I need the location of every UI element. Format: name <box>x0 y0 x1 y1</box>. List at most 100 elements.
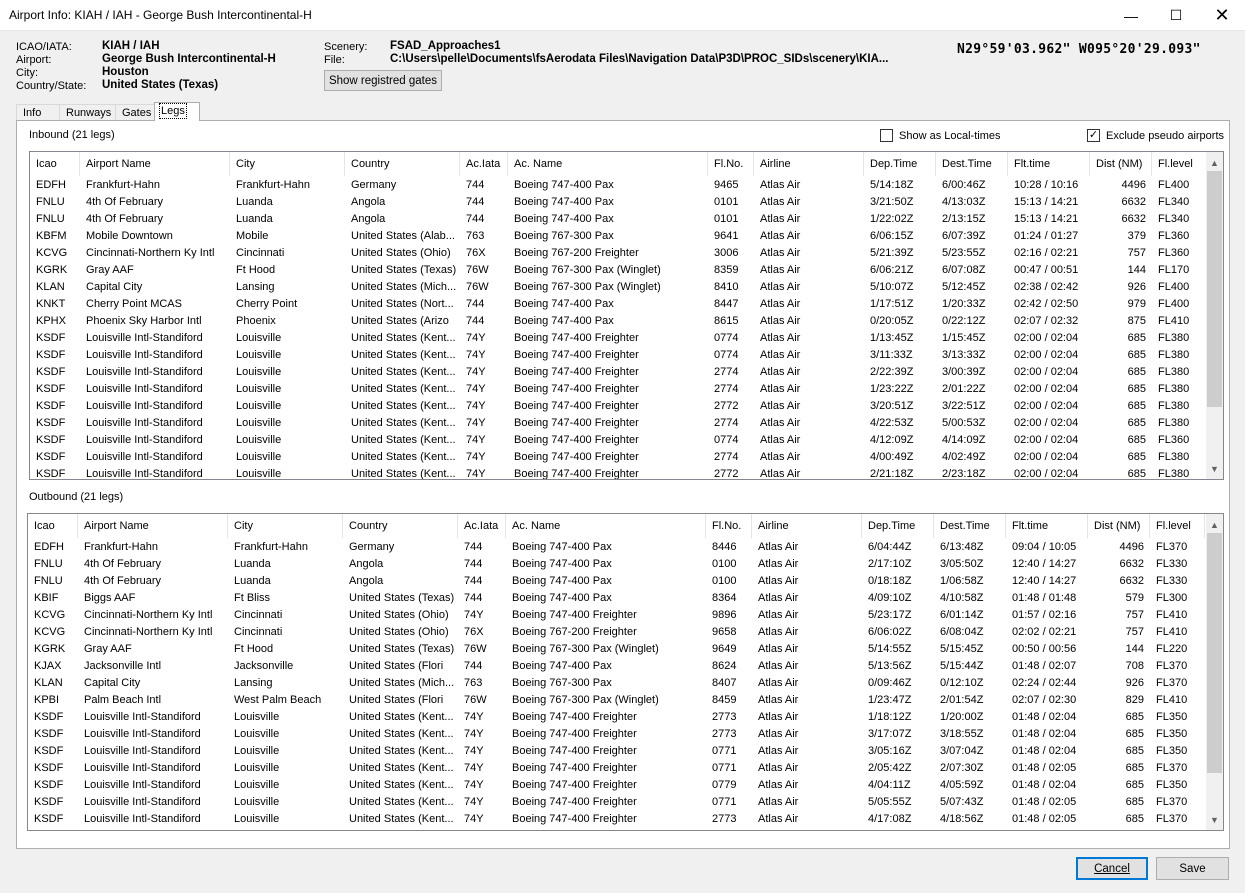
inbound-leg-row[interactable]: KSDF Louisville Intl-Standiford Louisville… <box>30 432 1210 449</box>
outbound-leg-row[interactable]: KCVG Cincinnati-Northern Ky Intl Cincinnat… <box>28 607 1208 624</box>
header-col-airline[interactable]: Airline <box>752 514 862 538</box>
header-col-dest-time[interactable]: Dest.Time <box>936 152 1008 176</box>
inbound-leg-row[interactable]: KSDF Louisville Intl-Standiford Louisville… <box>30 449 1210 466</box>
outbound-title: Outbound (21 legs) <box>29 491 124 503</box>
cell-airport-name: Louisville Intl-Standiford <box>86 383 203 395</box>
cell-fl-level: FL370 <box>1156 541 1188 553</box>
scroll-down-icon[interactable]: ▼ <box>1206 460 1223 477</box>
header-col-ac-iata[interactable]: Ac.Iata <box>458 514 506 538</box>
cell-dest-time: 2/23:18Z <box>942 468 986 480</box>
header-col-ac-name[interactable]: Ac. Name <box>508 152 708 176</box>
outbound-leg-row[interactable]: KSDF Louisville Intl-Standiford Louisville… <box>28 726 1208 743</box>
exclude-pseudo-checkbox[interactable]: ✓ Exclude pseudo airports <box>1087 129 1224 142</box>
cell-dest-time: 1/20:33Z <box>942 298 986 310</box>
cancel-button[interactable]: Cancel <box>1076 857 1148 880</box>
header-col-ac-name[interactable]: Ac. Name <box>506 514 706 538</box>
cell-dep-time: 4/09:10Z <box>868 592 912 604</box>
local-times-checkbox[interactable]: Show as Local-times <box>880 129 1001 142</box>
header-col-airline[interactable]: Airline <box>754 152 864 176</box>
inbound-leg-row[interactable]: KCVG Cincinnati-Northern Ky Intl Cincinnat… <box>30 245 1210 262</box>
local-times-checkbox-box[interactable] <box>880 129 893 142</box>
header-col-fl-level[interactable]: Fl.level <box>1150 514 1205 538</box>
cell-icao: KSDF <box>36 451 66 463</box>
outbound-leg-row[interactable]: FNLU 4th Of February Luanda Angola 744 Boeing… <box>28 573 1208 590</box>
inbound-leg-row[interactable]: FNLU 4th Of February Luanda Angola 744 Boeing… <box>30 194 1210 211</box>
header-col-icao[interactable]: Icao <box>28 514 78 538</box>
inbound-leg-row[interactable]: KPHX Phoenix Sky Harbor Intl Phoenix United… <box>30 313 1210 330</box>
header-col-country[interactable]: Country <box>343 514 458 538</box>
inbound-leg-row[interactable]: KSDF Louisville Intl-Standiford Louisville… <box>30 381 1210 398</box>
header-col-flt-time[interactable]: Flt.time <box>1006 514 1088 538</box>
outbound-leg-row[interactable]: KSDF Louisville Intl-Standiford Louisville… <box>28 743 1208 760</box>
cell-fl-level: FL380 <box>1158 332 1190 344</box>
header-col-flight-no[interactable]: Fl.No. <box>708 152 754 176</box>
scroll-down-icon[interactable]: ▼ <box>1206 811 1223 828</box>
header-col-fl-level[interactable]: Fl.level <box>1152 152 1207 176</box>
close-icon[interactable]: ✕ <box>1199 0 1245 31</box>
header-col-city[interactable]: City <box>230 152 345 176</box>
tab-gates[interactable]: Gates <box>115 104 155 121</box>
outbound-leg-row[interactable]: FNLU 4th Of February Luanda Angola 744 Boeing… <box>28 556 1208 573</box>
outbound-legs-grid[interactable]: Icao Airport Name City Country Ac.Iata Ac. Na… <box>27 513 1224 831</box>
header-col-dist-nm[interactable]: Dist (NM) <box>1090 152 1152 176</box>
outbound-leg-row[interactable]: KSDF Louisville Intl-Standiford Louisville… <box>28 709 1208 726</box>
maximize-icon[interactable]: ☐ <box>1153 0 1199 31</box>
inbound-leg-row[interactable]: KNKT Cherry Point MCAS Cherry Point United … <box>30 296 1210 313</box>
header-col-country[interactable]: Country <box>345 152 460 176</box>
show-registered-gates-button[interactable]: Show registred gates <box>324 70 442 91</box>
outbound-leg-row[interactable]: KSDF Louisville Intl-Standiford Louisville… <box>28 760 1208 777</box>
inbound-leg-row[interactable]: KSDF Louisville Intl-Standiford Louisville… <box>30 398 1210 415</box>
header-col-dest-time[interactable]: Dest.Time <box>934 514 1006 538</box>
outbound-leg-row[interactable]: KSDF Louisville Intl-Standiford Louisville… <box>28 777 1208 794</box>
header-col-dep-time[interactable]: Dep.Time <box>864 152 936 176</box>
header-col-flight-no[interactable]: Fl.No. <box>706 514 752 538</box>
header-col-flt-time[interactable]: Flt.time <box>1008 152 1090 176</box>
outbound-leg-row[interactable]: KGRK Gray AAF Ft Hood United States (Texas)… <box>28 641 1208 658</box>
cell-icao: EDFH <box>36 179 66 191</box>
header-col-airport-name[interactable]: Airport Name <box>78 514 228 538</box>
outbound-leg-row[interactable]: EDFH Frankfurt-Hahn Frankfurt-Hahn Germany 7… <box>28 539 1208 556</box>
inbound-leg-row[interactable]: KSDF Louisville Intl-Standiford Louisville… <box>30 347 1210 364</box>
tab-legs[interactable]: Legs <box>154 102 200 121</box>
tab-info[interactable]: Info <box>16 104 60 121</box>
cell-dest-time: 0/12:10Z <box>940 677 984 689</box>
cell-flight-no: 2773 <box>712 728 737 740</box>
header-col-dist-nm[interactable]: Dist (NM) <box>1088 514 1150 538</box>
inbound-leg-row[interactable]: KSDF Louisville Intl-Standiford Louisville… <box>30 364 1210 381</box>
outbound-leg-row[interactable]: KBIF Biggs AAF Ft Bliss United States (Texa… <box>28 590 1208 607</box>
inbound-leg-row[interactable]: KBFM Mobile Downtown Mobile United States (… <box>30 228 1210 245</box>
header-col-dep-time[interactable]: Dep.Time <box>862 514 934 538</box>
cell-dist-nm: 685 <box>1127 332 1146 344</box>
inbound-leg-row[interactable]: KSDF Louisville Intl-Standiford Louisville… <box>30 466 1210 480</box>
outbound-leg-row[interactable]: KPBI Palm Beach Intl West Palm Beach United… <box>28 692 1208 709</box>
outbound-leg-row[interactable]: KLAN Capital City Lansing United States (Mi… <box>28 675 1208 692</box>
inbound-leg-row[interactable]: EDFH Frankfurt-Hahn Frankfurt-Hahn Germany 7… <box>30 177 1210 194</box>
header-col-ac-iata[interactable]: Ac.Iata <box>460 152 508 176</box>
outbound-leg-row[interactable]: KSDF Louisville Intl-Standiford Louisville… <box>28 794 1208 811</box>
inbound-scrollbar[interactable]: ▲ ▼ <box>1206 152 1223 479</box>
inbound-leg-row[interactable]: KSDF Louisville Intl-Standiford Louisville… <box>30 330 1210 347</box>
exclude-pseudo-checkbox-box[interactable]: ✓ <box>1087 129 1100 142</box>
scroll-up-icon[interactable]: ▲ <box>1206 516 1223 533</box>
inbound-scroll-thumb[interactable] <box>1207 171 1222 407</box>
tab-runways[interactable]: Runways <box>59 104 116 121</box>
outbound-scrollbar[interactable]: ▲ ▼ <box>1206 514 1223 830</box>
outbound-leg-row[interactable]: KCVG Cincinnati-Northern Ky Intl Cincinnat… <box>28 624 1208 641</box>
inbound-leg-row[interactable]: KSDF Louisville Intl-Standiford Louisville… <box>30 415 1210 432</box>
header-col-icao[interactable]: Icao <box>30 152 80 176</box>
inbound-leg-row[interactable]: FNLU 4th Of February Luanda Angola 744 Boeing… <box>30 211 1210 228</box>
scroll-up-icon[interactable]: ▲ <box>1206 154 1223 171</box>
outbound-scroll-thumb[interactable] <box>1207 533 1222 773</box>
header-col-airport-name[interactable]: Airport Name <box>80 152 230 176</box>
save-button[interactable]: Save <box>1156 857 1229 880</box>
inbound-legs-grid[interactable]: Icao Airport Name City Country Ac.Iata Ac. Na… <box>29 151 1224 480</box>
inbound-leg-row[interactable]: KLAN Capital City Lansing United States (Mi… <box>30 279 1210 296</box>
cell-ac-iata: 74Y <box>464 762 484 774</box>
minimize-icon[interactable]: — <box>1108 0 1154 31</box>
outbound-leg-row[interactable]: KSDF Louisville Intl-Standiford Louisville… <box>28 811 1208 828</box>
cell-airline: Atlas Air <box>760 366 801 378</box>
header-col-city[interactable]: City <box>228 514 343 538</box>
cell-dest-time: 1/15:45Z <box>942 332 986 344</box>
inbound-leg-row[interactable]: KGRK Gray AAF Ft Hood United States (Texas)… <box>30 262 1210 279</box>
outbound-leg-row[interactable]: KJAX Jacksonville Intl Jacksonville United … <box>28 658 1208 675</box>
